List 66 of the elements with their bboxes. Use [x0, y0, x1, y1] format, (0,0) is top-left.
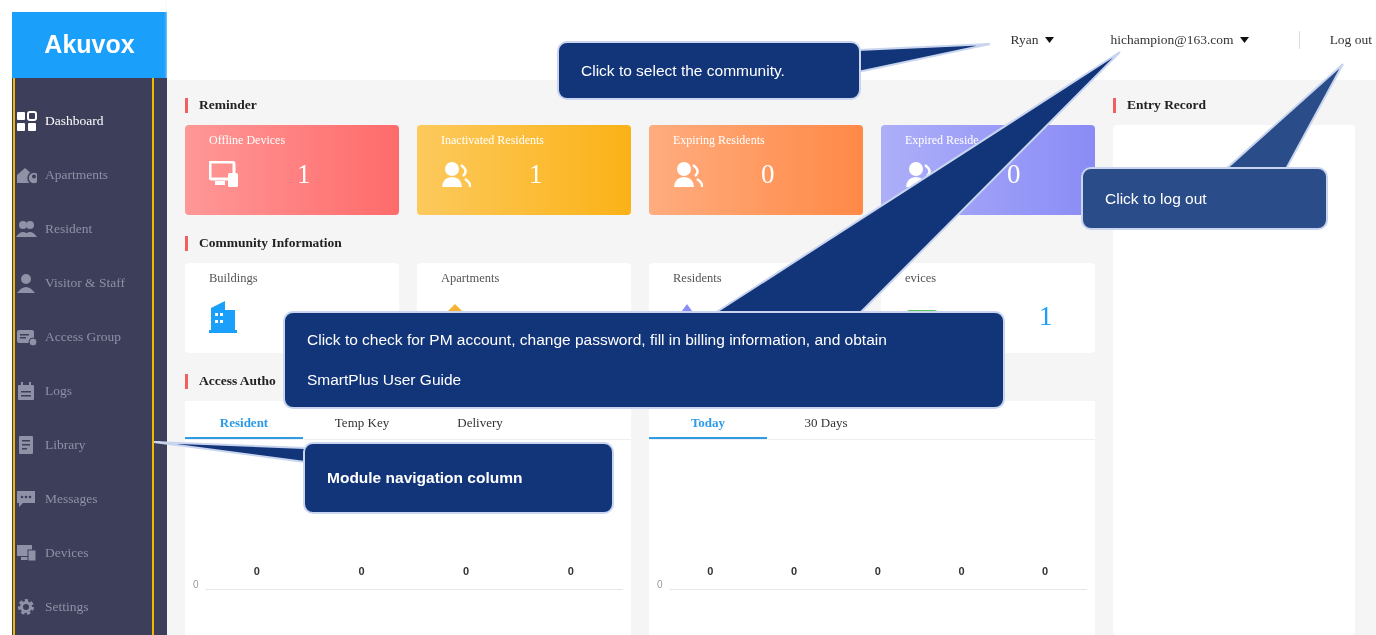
section-marker [1113, 97, 1116, 113]
section-marker [185, 373, 188, 389]
card-value: 0 [761, 161, 775, 188]
grid-icon [16, 110, 37, 132]
people-icon [673, 161, 703, 188]
value-label: 0 [874, 564, 881, 579]
sidebar-item[interactable]: Apartments [12, 148, 167, 202]
section-marker [185, 97, 188, 113]
value-label: 0 [958, 564, 965, 579]
person-icon [16, 272, 37, 294]
axis-label: 0 [193, 579, 199, 590]
section-title: Reminder [199, 95, 257, 114]
value-label: 0 [358, 564, 365, 579]
tab[interactable]: 30 Days [767, 409, 885, 439]
section-title: Community Information [199, 233, 342, 252]
gear-icon [16, 596, 37, 618]
section-marker [185, 235, 188, 251]
tab[interactable]: Delivery [421, 409, 539, 439]
card-label: Offline Devices [209, 132, 287, 149]
sidebar-item[interactable]: Devices [12, 526, 167, 580]
callout: Module navigation column [303, 442, 614, 514]
caret-icon [1239, 37, 1249, 43]
value-label: 0 [567, 564, 574, 579]
tab[interactable]: Temp Key [303, 409, 421, 439]
sidebar-item[interactable]: Messages [12, 472, 167, 526]
axis-label: 0 [657, 579, 663, 590]
sidebar-item[interactable]: Logs [12, 364, 167, 418]
value-label: 0 [707, 564, 714, 579]
section-title: Access Autho [199, 371, 276, 390]
value-label: 0 [463, 564, 470, 579]
card-value: 1 [297, 161, 311, 188]
value-label: 0 [1042, 564, 1049, 579]
sidebar-item[interactable]: Settings [12, 580, 167, 634]
section-title: Entry Record [1127, 95, 1207, 114]
card-value: 1 [529, 161, 543, 188]
logout-link[interactable]: Log out [1329, 29, 1372, 51]
chat-icon [16, 488, 37, 510]
card-label: Inactivated Residents [441, 132, 545, 149]
community-dropdown[interactable]: Ryan [1010, 29, 1054, 51]
callout: Click to check for PM account, change password, fill in billing information, and obtain SmartPlus User Guide [283, 311, 1005, 409]
calendar-icon [16, 380, 37, 402]
card-label: Apartments [441, 270, 501, 287]
caret-icon [1044, 37, 1054, 43]
callout: Click to log out [1081, 167, 1328, 230]
card-label: Expiring Residents [673, 132, 766, 149]
sidebar-item[interactable]: Access Group [12, 310, 167, 364]
card-label: Residents [673, 270, 723, 287]
monitor-icon [16, 542, 37, 564]
card-label: Expired Reside [905, 132, 980, 149]
reminder-card[interactable]: Offline Devices 1 [185, 125, 399, 215]
card-value: 1 [1039, 303, 1053, 331]
sidebar-item[interactable]: Resident [12, 202, 167, 256]
sidebar-item[interactable]: Dashboard [12, 94, 167, 148]
value-label: 0 [253, 564, 260, 579]
account-dropdown[interactable]: hichampion@163.com [1110, 29, 1249, 51]
sidebar-item[interactable]: Visitor & Staff [12, 256, 167, 310]
card-label: evices [905, 270, 938, 287]
reminder-card[interactable]: Expiring Residents 0 [649, 125, 863, 215]
value-label: 0 [791, 564, 798, 579]
people-icon [441, 161, 471, 188]
devices-icon [209, 161, 239, 188]
card-label: Buildings [209, 270, 259, 287]
card-value: 0 [1007, 161, 1021, 188]
people-icon [16, 218, 37, 240]
sidebar-item[interactable]: Library [12, 418, 167, 472]
logo: Akuvox [12, 12, 167, 78]
